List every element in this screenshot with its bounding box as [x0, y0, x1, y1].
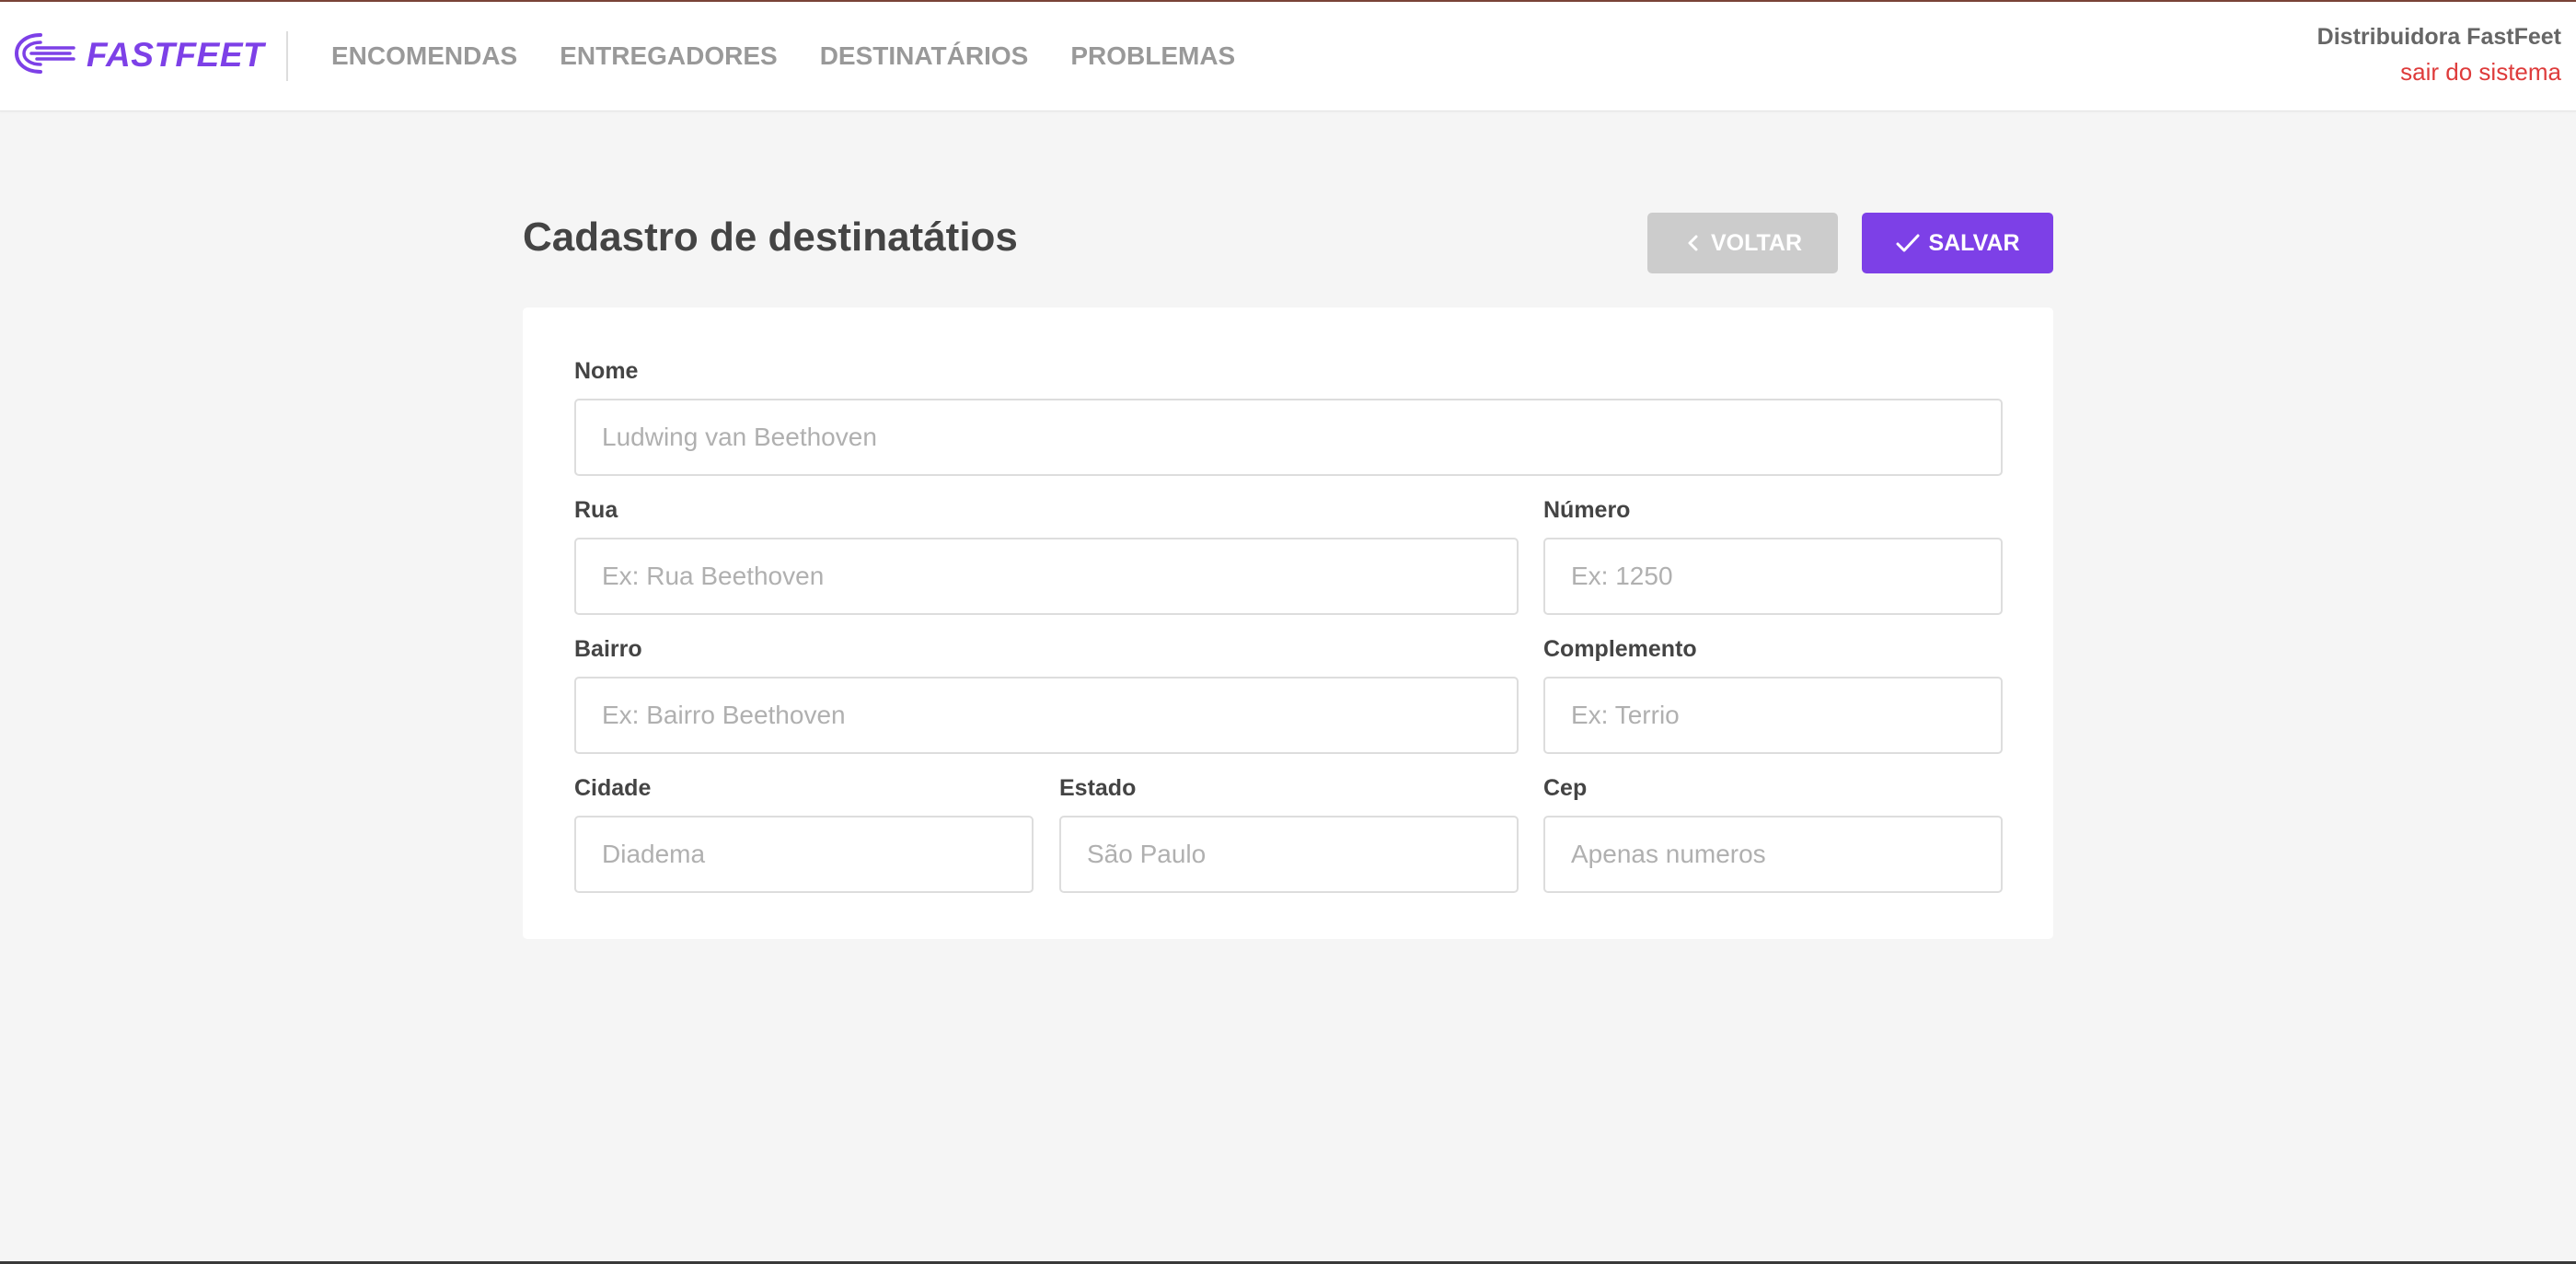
numero-input[interactable]: [1543, 538, 2003, 615]
cep-input[interactable]: [1543, 816, 2003, 893]
field-numero: Número: [1543, 493, 2003, 615]
rua-label: Rua: [574, 497, 618, 523]
cep-label: Cep: [1543, 775, 1588, 801]
estado-input[interactable]: [1059, 816, 1519, 893]
user-panel: Distribuidora FastFeet sair do sistema: [2317, 20, 2561, 90]
field-complemento: Complemento: [1543, 632, 2003, 754]
page-title: Cadastro de destinatátios: [523, 215, 1018, 260]
logout-link[interactable]: sair do sistema: [2317, 53, 2561, 90]
fastfeet-logo-icon: [13, 28, 77, 84]
field-rua: Rua: [574, 493, 1519, 615]
check-icon: [1895, 232, 1921, 254]
logo-text: FASTFEET: [87, 36, 265, 74]
estado-label: Estado: [1059, 775, 1137, 801]
cidade-label: Cidade: [574, 775, 652, 801]
back-button-label: VOLTAR: [1710, 229, 1803, 256]
back-button[interactable]: VOLTAR: [1647, 213, 1838, 273]
numero-label: Número: [1543, 497, 1631, 523]
save-button-label: SALVAR: [1928, 229, 2020, 256]
cidade-input[interactable]: [574, 816, 1034, 893]
nav-item-entregadores[interactable]: ENTREGADORES: [560, 38, 777, 75]
bairro-label: Bairro: [574, 636, 642, 662]
save-button[interactable]: SALVAR: [1862, 213, 2053, 273]
recipient-form-card: Nome Rua Número Bairro Complemento Cidad…: [523, 307, 2053, 939]
nav-item-problemas[interactable]: PROBLEMAS: [1070, 38, 1235, 75]
field-bairro: Bairro: [574, 632, 1519, 754]
complemento-input[interactable]: [1543, 677, 2003, 754]
rua-input[interactable]: [574, 538, 1519, 615]
nav-item-destinatarios[interactable]: DESTINATÁRIOS: [820, 38, 1029, 75]
field-cidade: Cidade: [574, 771, 1034, 893]
logo[interactable]: FASTFEET: [13, 29, 264, 81]
complemento-label: Complemento: [1543, 636, 1697, 662]
nome-label: Nome: [574, 358, 639, 384]
chevron-left-icon: [1683, 233, 1704, 253]
header-divider: [286, 31, 288, 81]
nav-item-encomendas[interactable]: ENCOMENDAS: [331, 38, 517, 75]
field-estado: Estado: [1059, 771, 1519, 893]
user-name: Distribuidora FastFeet: [2316, 24, 2561, 50]
field-nome: Nome: [574, 354, 2003, 476]
main-nav: ENCOMENDAS ENTREGADORES DESTINATÁRIOS PR…: [331, 38, 1277, 75]
field-cep: Cep: [1543, 771, 2003, 893]
nome-input[interactable]: [574, 399, 2003, 476]
bairro-input[interactable]: [574, 677, 1519, 754]
top-navbar: FASTFEET ENCOMENDAS ENTREGADORES DESTINA…: [0, 2, 2576, 111]
